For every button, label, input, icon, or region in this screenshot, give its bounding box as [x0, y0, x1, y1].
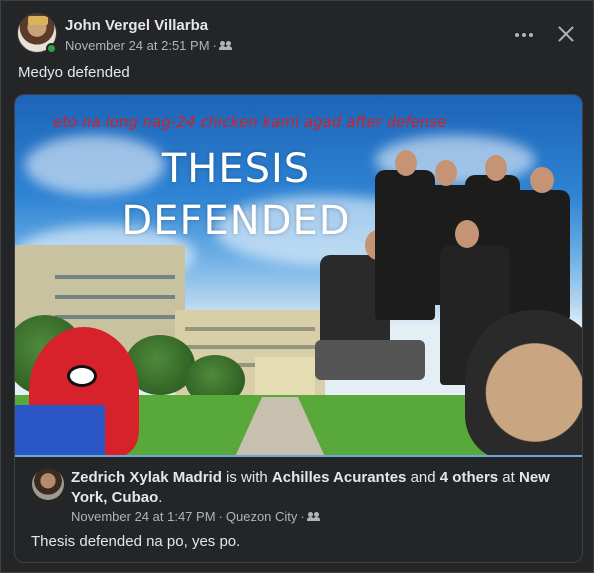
- tagged-others[interactable]: 4 others: [440, 469, 498, 486]
- thesis-defended-title: THESIS DEFENDED: [111, 143, 361, 247]
- more-options-icon[interactable]: [508, 19, 540, 51]
- shared-author-avatar[interactable]: [32, 468, 64, 500]
- and-text: and: [406, 469, 440, 486]
- post-text: Medyo defended: [18, 64, 130, 81]
- post-header: John Vergel Villarba November 24 at 2:51…: [17, 13, 579, 57]
- photo-caption-overlay: eto na long nag-24 chicken kami agad aft…: [53, 113, 447, 131]
- author-name[interactable]: John Vergel Villarba: [65, 17, 208, 34]
- post-timestamp[interactable]: November 24 at 2:51 PM: [65, 38, 210, 53]
- shared-place[interactable]: Quezon City: [226, 509, 298, 524]
- shared-post[interactable]: eto na long nag-24 chicken kami agad aft…: [14, 94, 583, 563]
- close-icon[interactable]: [549, 17, 583, 51]
- shared-post-header: Zedrich Xylak Madrid is with Achilles Ac…: [71, 468, 561, 508]
- meta-separator: ·: [218, 509, 223, 524]
- at-text: at: [498, 469, 519, 486]
- friends-icon[interactable]: [218, 40, 232, 51]
- post-dialog: John Vergel Villarba November 24 at 2:51…: [0, 0, 594, 573]
- title-line-1: THESIS: [161, 146, 311, 192]
- meta-separator: ·: [212, 38, 217, 53]
- friends-icon[interactable]: [306, 511, 320, 522]
- shared-timestamp[interactable]: November 24 at 1:47 PM: [71, 509, 216, 524]
- photo-divider: [15, 455, 582, 457]
- title-line-2: DEFENDED: [121, 198, 351, 244]
- shared-post-text: Thesis defended na po, yes po.: [31, 533, 241, 550]
- meta-separator: ·: [300, 509, 305, 524]
- online-status-indicator: [46, 43, 57, 54]
- shared-photo[interactable]: eto na long nag-24 chicken kami agad aft…: [15, 95, 582, 457]
- with-text: is with: [221, 469, 272, 486]
- cartoon-face: [465, 310, 582, 457]
- post-meta: November 24 at 2:51 PM ·: [65, 38, 232, 53]
- shared-post-meta: November 24 at 1:47 PM · Quezon City ·: [71, 509, 320, 524]
- shared-author-name[interactable]: Zedrich Xylak Madrid: [71, 469, 222, 486]
- spiderman-body: [15, 405, 105, 457]
- tagged-person[interactable]: Achilles Acurantes: [272, 469, 407, 486]
- period: .: [158, 489, 163, 506]
